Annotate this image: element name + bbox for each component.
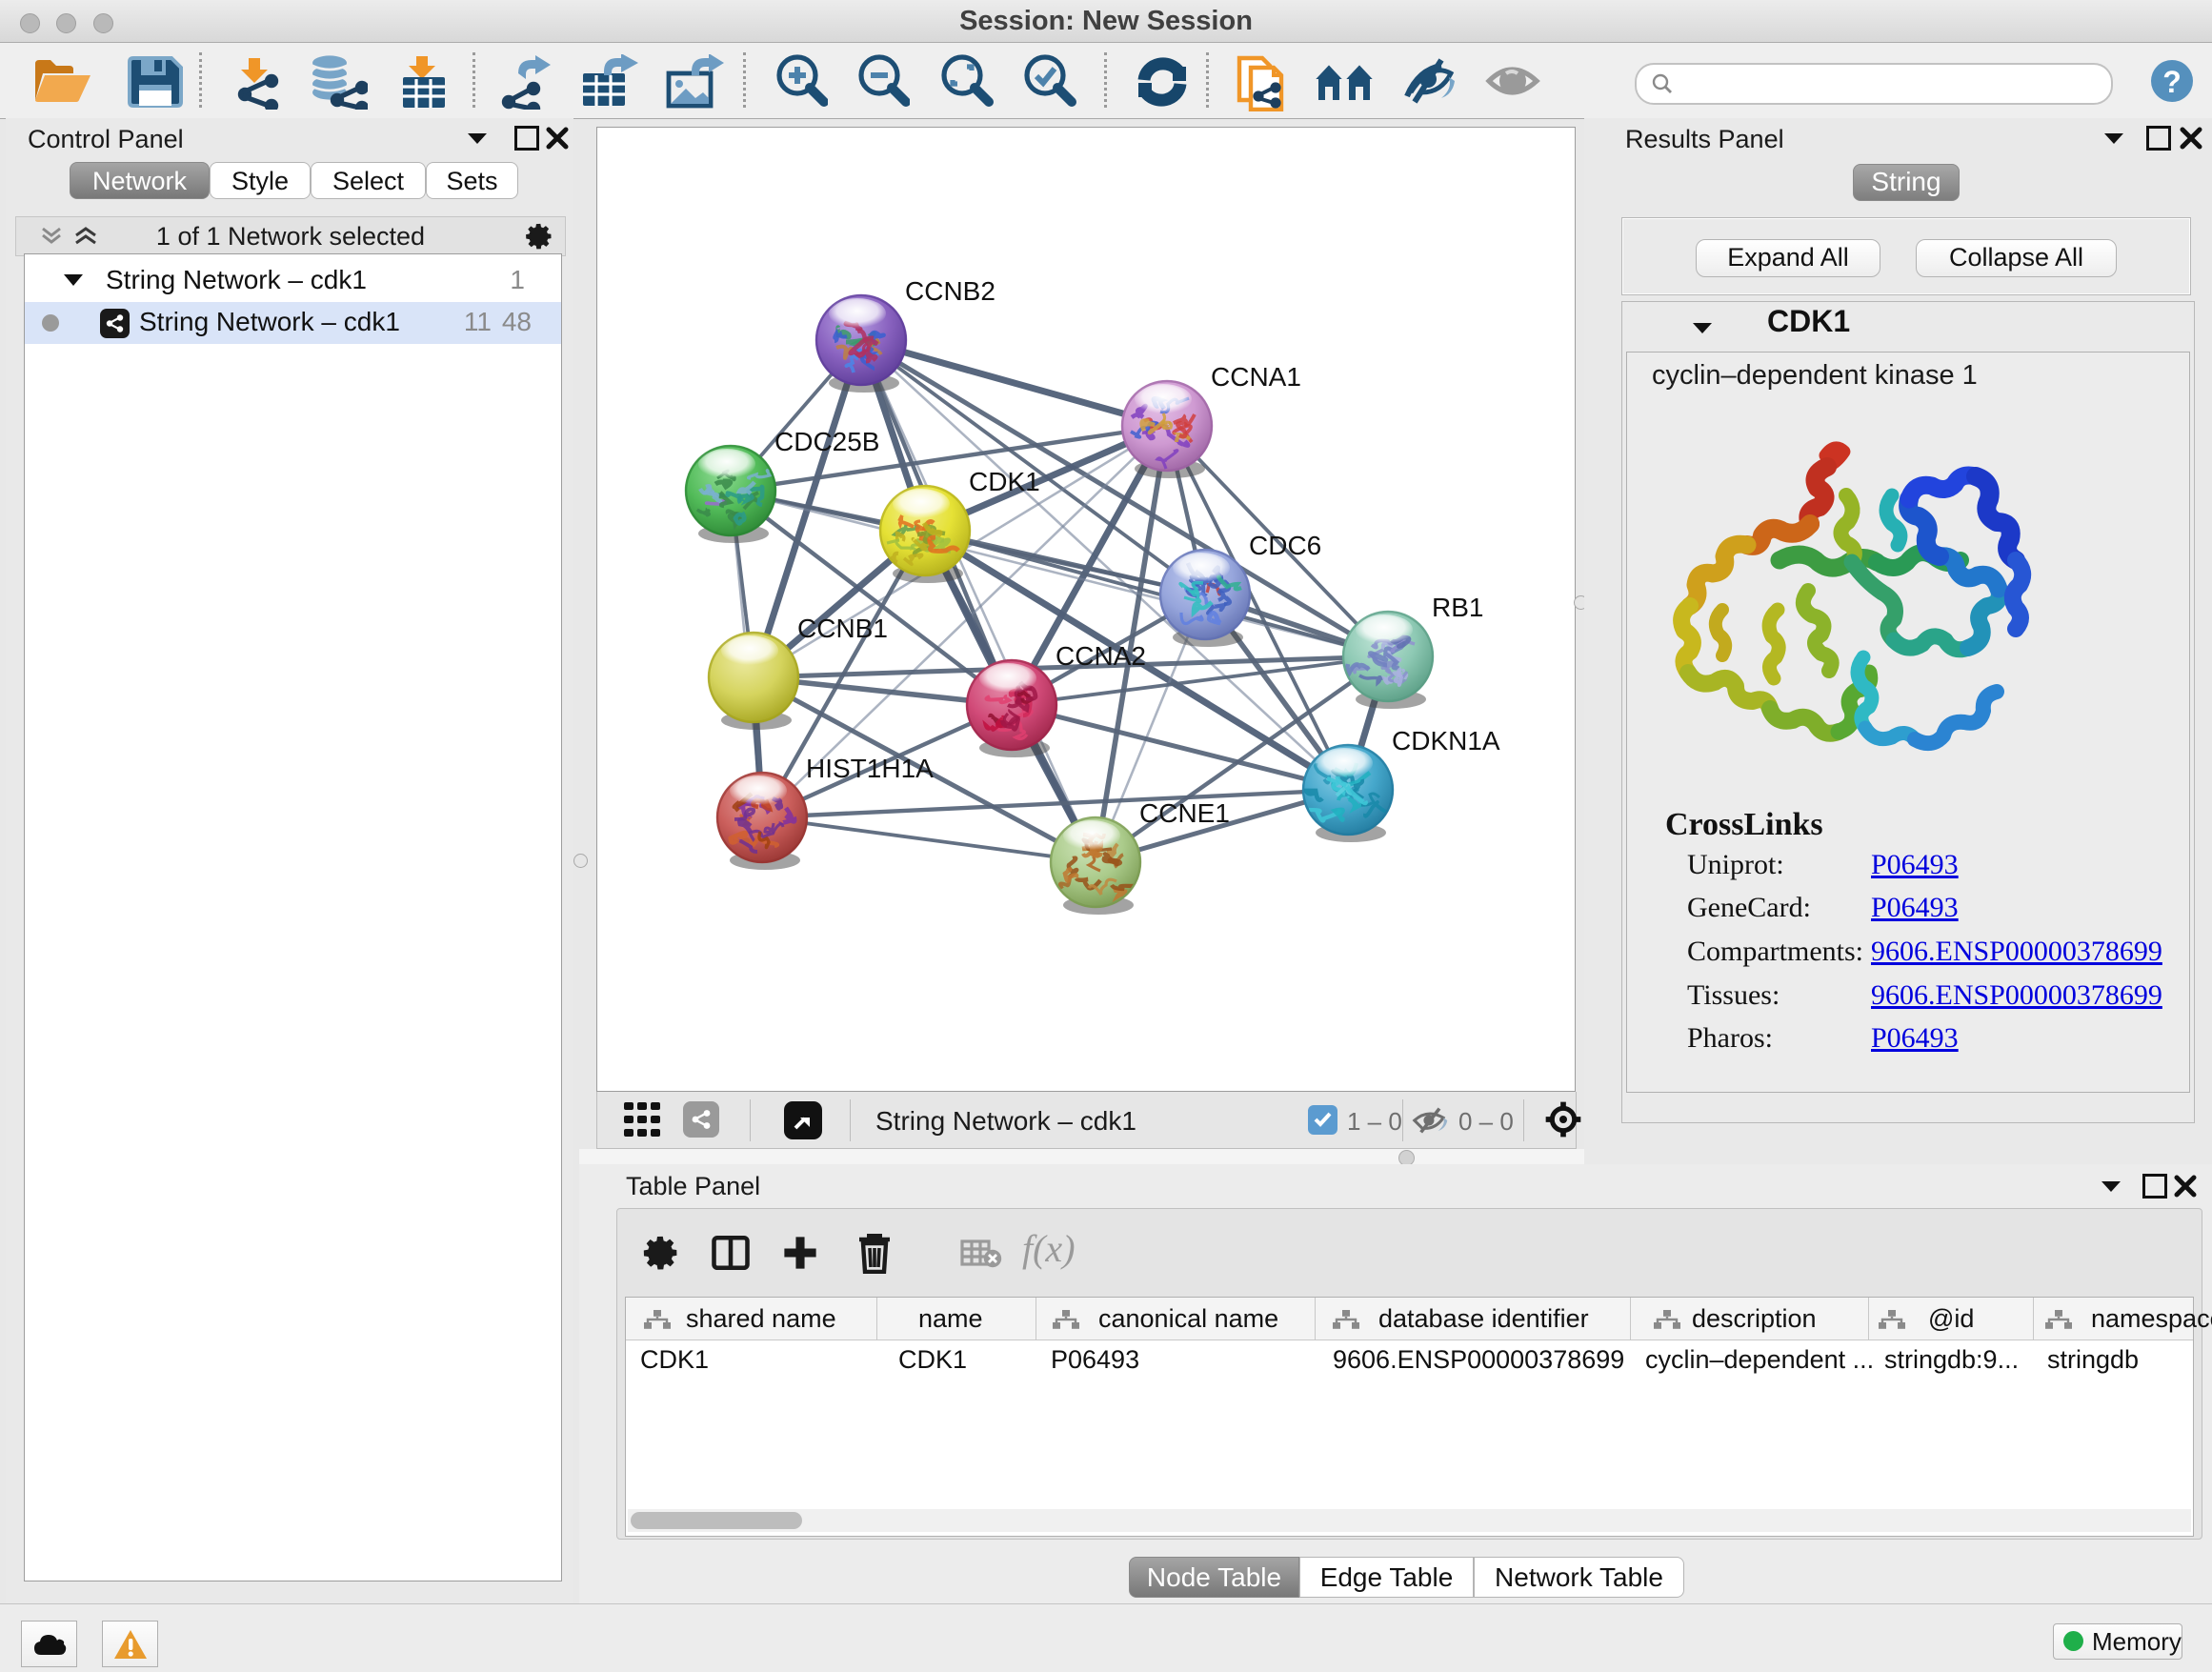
svg-text:CCNA1: CCNA1 — [1211, 362, 1301, 392]
svg-text:CCNE1: CCNE1 — [1139, 798, 1230, 828]
svg-text:CDKN1A: CDKN1A — [1392, 726, 1500, 755]
svg-text:?: ? — [2162, 65, 2182, 99]
svg-text:HIST1H1A: HIST1H1A — [806, 754, 934, 783]
svg-text:CDC25B: CDC25B — [774, 427, 879, 456]
svg-text:RB1: RB1 — [1432, 593, 1483, 622]
svg-text:CCNA2: CCNA2 — [1056, 641, 1146, 671]
svg-text:CDK1: CDK1 — [969, 467, 1040, 496]
svg-text:CCNB2: CCNB2 — [905, 276, 995, 306]
svg-text:CCNB1: CCNB1 — [797, 614, 888, 643]
svg-text:CDC6: CDC6 — [1249, 531, 1321, 560]
